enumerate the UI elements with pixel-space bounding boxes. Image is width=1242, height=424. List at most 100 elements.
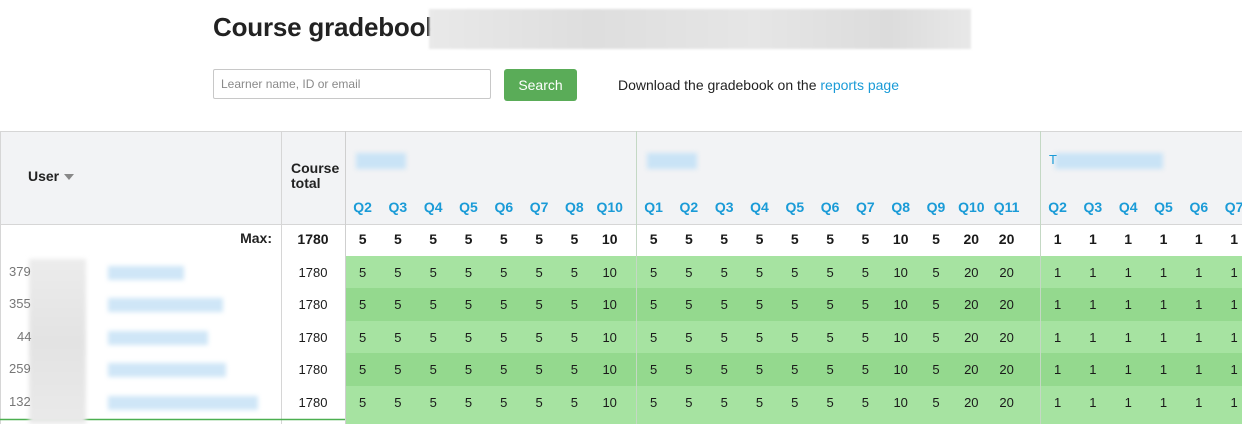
score-cell-value: 5 [685,330,692,345]
search-button[interactable]: Search [504,69,577,101]
score-cell-value: 5 [571,297,578,312]
learner-search-input[interactable] [213,69,491,99]
score-cell-value: 5 [535,297,542,312]
question-column-header[interactable]: Q6 [821,199,840,215]
course-total-value: 1780 [299,265,328,280]
score-cell-value: 1 [1160,362,1167,377]
score-cell-value: 5 [465,265,472,280]
max-score-value: 5 [826,231,834,247]
score-cell-value: 5 [826,297,833,312]
question-column-header[interactable]: Q5 [1154,199,1173,215]
user-name-link[interactable] [108,266,184,280]
user-id-prefix: 379 [9,264,31,279]
question-column-header[interactable]: Q3 [715,199,734,215]
score-cell-value: 5 [826,330,833,345]
question-column-header[interactable]: Q4 [424,199,443,215]
question-column-header[interactable]: Q4 [1119,199,1138,215]
question-column-header[interactable]: Q5 [459,199,478,215]
question-column-header[interactable]: Q2 [680,199,699,215]
score-cell-value: 1 [1160,297,1167,312]
score-cell-value: 5 [535,330,542,345]
score-cell-value: 5 [650,330,657,345]
question-column-header[interactable]: Q7 [856,199,875,215]
score-cell-value: 5 [465,362,472,377]
score-cell-value: 1 [1054,362,1061,377]
score-cell-value: 5 [721,265,728,280]
course-total-header: Course total [291,161,339,191]
question-column-header[interactable]: Q9 [927,199,946,215]
user-column-header[interactable]: User [28,168,75,184]
score-cell-value: 10 [893,330,907,345]
user-name-link[interactable] [108,331,208,345]
sort-down-icon[interactable] [64,174,75,181]
user-name-link[interactable] [108,298,223,312]
question-column-header[interactable]: Q3 [1084,199,1103,215]
max-score-value: 5 [932,231,940,247]
section-2-name[interactable] [647,153,697,169]
score-cell-value: 5 [465,330,472,345]
max-score-value: 1 [1160,231,1168,247]
question-column-header[interactable]: Q10 [596,199,623,215]
score-cell-value: 10 [893,265,907,280]
question-column-header[interactable]: Q1 [644,199,663,215]
question-column-header[interactable]: Q7 [1225,199,1242,215]
score-cell-value: 5 [721,330,728,345]
score-cell-value: 5 [650,265,657,280]
max-score-value: 1 [1089,231,1097,247]
score-cell-value: 20 [999,330,1013,345]
gradebook-table: Q2 5 Q3 5 Q4 5 Q5 5 Q6 5 Q7 5 Q8 5 Q10 10 Q1 5 Q2 5 Q3 5 Q4 5 Q5… [0,131,1242,424]
score-cell-value: 5 [500,297,507,312]
user-name-link[interactable] [108,363,226,377]
question-column-header[interactable]: Q10 [958,199,985,215]
score-cell-value: 5 [359,362,366,377]
question-column-header[interactable]: Q6 [1189,199,1208,215]
score-cell-value: 1 [1089,330,1096,345]
question-column-header[interactable]: Q11 [994,199,1020,215]
question-column-header[interactable]: Q3 [389,199,408,215]
max-score-value: 5 [650,231,658,247]
score-cell-value: 5 [359,395,366,410]
score-cell-value: 1 [1089,362,1096,377]
score-cell-value: 5 [862,362,869,377]
score-cell-value: 5 [430,362,437,377]
score-cell-value: 5 [571,395,578,410]
question-column-header[interactable]: Q2 [1048,199,1067,215]
question-column-header[interactable]: Q8 [891,199,910,215]
score-cell-value: 10 [602,330,616,345]
score-cell-value: 1 [1230,265,1237,280]
course-total-value: 1780 [299,395,328,410]
section-3-name[interactable] [1055,153,1163,169]
score-cell-value: 1 [1195,362,1202,377]
user-name-link[interactable] [108,396,258,410]
max-score-value: 5 [756,231,764,247]
question-column-header[interactable]: Q6 [494,199,513,215]
score-cell-value: 5 [359,265,366,280]
max-score-value: 5 [429,231,437,247]
score-cell-value: 20 [964,297,978,312]
score-cell-value: 5 [756,297,763,312]
question-column-header[interactable]: Q4 [750,199,769,215]
score-cell-value: 5 [430,395,437,410]
question-column-header[interactable]: Q8 [565,199,584,215]
score-cell-value: 20 [999,265,1013,280]
question-column-header[interactable]: Q7 [530,199,549,215]
score-cell-value: 5 [359,297,366,312]
score-cell-value: 5 [650,362,657,377]
score-cell-value: 1 [1195,330,1202,345]
score-cell-value: 20 [999,297,1013,312]
score-cell-value: 5 [685,265,692,280]
max-score-value: 5 [394,231,402,247]
page-title: Course gradebook [213,12,440,42]
score-cell-value: 20 [964,362,978,377]
question-column-header[interactable]: Q5 [785,199,804,215]
score-cell-value: 1 [1230,395,1237,410]
score-cell-value: 5 [721,362,728,377]
reports-page-link[interactable]: reports page [820,77,899,93]
score-cell-value: 5 [756,395,763,410]
score-cell-value: 5 [394,395,401,410]
max-score-value: 1 [1230,231,1238,247]
score-cell-value: 5 [394,330,401,345]
score-cell-value: 1 [1125,362,1132,377]
section-1-name[interactable] [356,153,406,169]
question-column-header[interactable]: Q2 [353,199,372,215]
